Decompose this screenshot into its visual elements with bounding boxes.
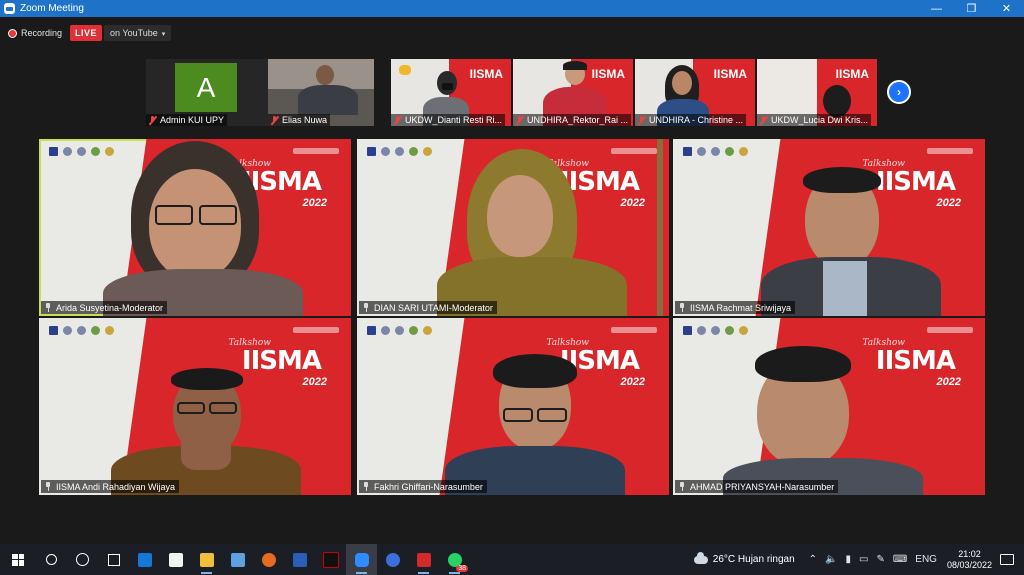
file-explorer-icon[interactable] [191,544,222,575]
strip-name-label: UNDHIRA - Christine ... [635,114,747,126]
pin-icon [362,303,370,312]
live-badge: LIVE [70,25,103,41]
windows-icon[interactable] [0,544,36,575]
muted-mic-icon [760,115,767,125]
chevron-up-icon[interactable]: ⌃ [809,554,817,565]
pin-icon [44,482,52,491]
onedrive-icon[interactable] [222,544,253,575]
window-title: Zoom Meeting [20,3,84,14]
media-icon[interactable] [408,544,439,575]
maximize-button[interactable]: ❐ [954,0,989,17]
recording-label: Recording [21,28,63,38]
muted-mic-icon [516,115,523,125]
pin-icon [678,303,686,312]
weather-widget[interactable]: 26°C Hujan ringan [693,551,795,565]
video-tile-fakhri[interactable]: Talkshow IISMA 2022 Fakhri Ghiffari-Nara… [357,318,669,495]
notification-icon[interactable] [1000,554,1014,565]
title-bar: Zoom Meeting — ❐ ✕ [0,0,1024,17]
muted-mic-icon [394,115,401,125]
word-icon[interactable] [284,544,315,575]
muted-mic-icon [149,115,156,125]
live-destination-dropdown[interactable]: on YouTube ▾ [104,25,172,41]
pin-icon [678,482,686,491]
language-indicator[interactable]: ENG [915,554,937,565]
clock-time: 21:02 [958,548,981,559]
avatar: A [175,63,237,112]
weather-desc: Hujan ringan [737,554,795,565]
recording-icon [8,28,17,38]
video-tile-ahmad[interactable]: Talkshow IISMA 2022 AHMAD PRIYANSYAH-Nar… [673,318,985,495]
netflix-icon[interactable] [315,544,346,575]
store-icon[interactable] [160,544,191,575]
participant-name-label: IISMA Rachmat Sriwijaya [675,301,796,314]
muted-mic-icon [638,115,645,125]
video-tile-rachmat[interactable]: Talkshow IISMA 2022 IISMA Rachmat Sriwij… [673,139,985,316]
strip-name-label: UKDW_Dianti Resti Ri... [391,114,506,126]
taskview-icon[interactable] [98,544,129,575]
battery-icon[interactable]: ▭ [859,554,868,565]
strip-tile-undhira-rektor[interactable]: IISMA UNDHIRA_Rektor_Rai ... [513,59,633,126]
video-tile-dian[interactable]: Talkshow IISMA 2022 DIAN SARI UTAMI-Mode… [357,139,669,316]
strip-tile-undhira-christine[interactable]: IISMA UNDHIRA - Christine ... [635,59,755,126]
network-icon[interactable]: ▮ [845,554,851,565]
muted-mic-icon [271,115,278,125]
strip-name-label: Admin KUI UPY [146,114,228,126]
system-tray: 26°C Hujan ringan ⌃ 🔈 ▮ ▭ ✎ ⌨ ENG 21:02 … [693,544,1024,575]
zoom-icon[interactable] [346,544,377,575]
pin-icon [44,303,52,312]
minimize-button[interactable]: — [919,0,954,17]
participant-name-label: Arida Susyetina-Moderator [41,301,168,314]
strip-name-label: UNDHIRA_Rektor_Rai ... [513,114,632,126]
video-tile-andi[interactable]: Talkshow IISMA 2022 IISMA Andi Rahadiyan… [39,318,351,495]
participant-name-label: AHMAD PRIYANSYAH-Narasumber [675,480,839,493]
pen-icon[interactable]: ✎ [876,554,884,565]
live-destination-label: on YouTube [110,28,158,38]
strip-tile-ukdw-lucia[interactable]: IISMA UKDW_Lucia Dwi Kris... [757,59,877,126]
participant-name-label: IISMA Andi Rahadiyan Wijaya [41,480,180,493]
clock-date: 08/03/2022 [946,559,992,570]
keyboard-icon[interactable]: ⌨ [893,554,907,565]
participant-name-label: DIAN SARI UTAMI-Moderator [359,301,497,314]
strip-tile-ukdw-dianti[interactable]: IISMA UKDW_Dianti Resti Ri... [391,59,511,126]
cloud-icon [693,551,708,564]
whatsapp-icon[interactable]: 38 [439,544,470,575]
strip-name-label: Elias Nuwa [268,114,331,126]
participant-name-label: Fakhri Ghiffari-Narasumber [359,480,487,493]
volume-icon[interactable]: 🔈 [825,554,837,565]
next-page-button[interactable]: › [887,80,911,104]
clock[interactable]: 21:02 08/03/2022 [947,549,992,571]
recording-bar: Recording LIVE on YouTube ▾ [8,24,172,42]
video-tile-arida[interactable]: Talkshow IISMA 2022 Arida Susyetina-Mode… [39,139,351,316]
close-button[interactable]: ✕ [989,0,1024,17]
strip-name-label: UKDW_Lucia Dwi Kris... [757,114,872,126]
strip-tile-elias[interactable]: Elias Nuwa [268,59,374,126]
chevron-down-icon: ▾ [161,31,166,38]
notification-badge: 38 [456,565,468,572]
search-icon[interactable] [36,544,67,575]
cortana-icon[interactable] [67,544,98,575]
pin-icon [362,482,370,491]
firefox-icon[interactable] [253,544,284,575]
edge-icon[interactable] [377,544,408,575]
weather-temp: 26°C [712,554,736,565]
zoom-app-icon [4,3,15,14]
mail-icon[interactable] [129,544,160,575]
